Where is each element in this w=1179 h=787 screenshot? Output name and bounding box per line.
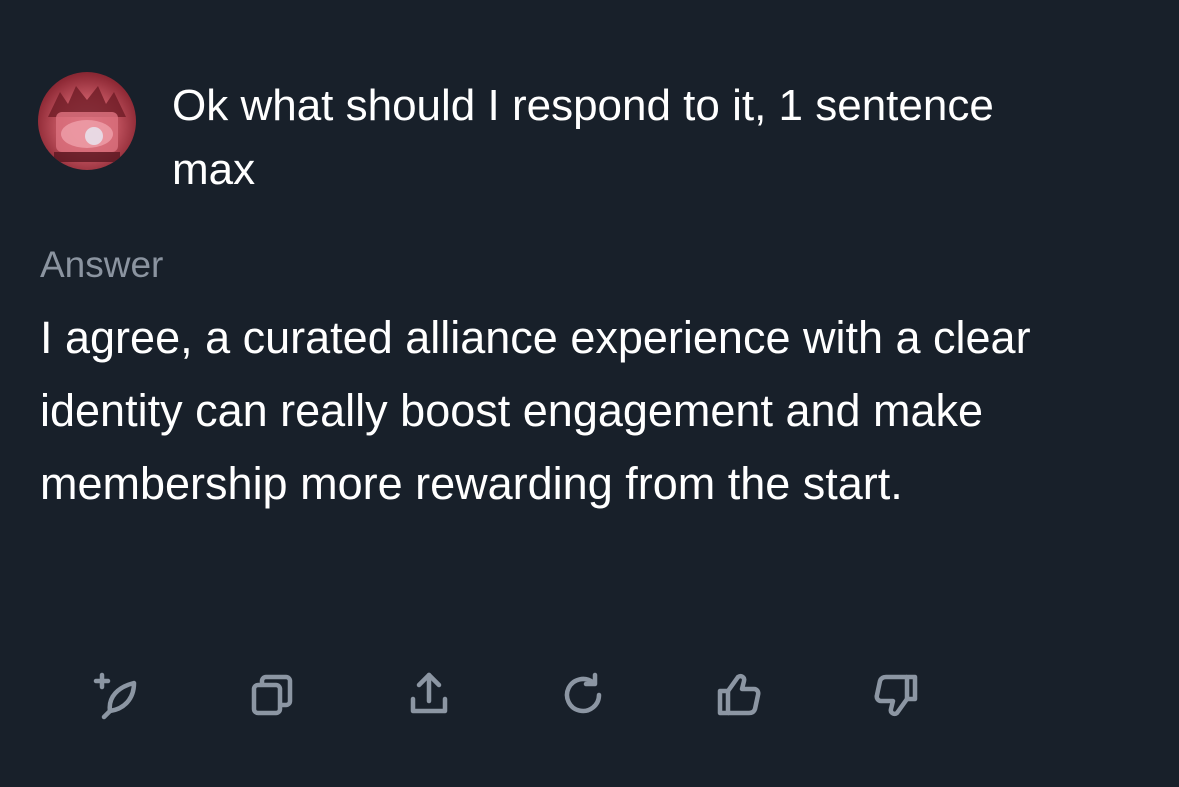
answer-text: I agree, a curated alliance experience w… bbox=[40, 312, 1031, 509]
avatar-image bbox=[48, 86, 126, 162]
new-thread-feather-icon bbox=[93, 672, 137, 720]
regenerate-icon bbox=[564, 672, 602, 714]
thumbs-down-button[interactable] bbox=[855, 655, 935, 735]
answer-label: Answer bbox=[40, 244, 164, 285]
regenerate-button[interactable] bbox=[543, 655, 623, 735]
thumbs-up-button[interactable] bbox=[700, 655, 780, 735]
thumbs-down-icon bbox=[874, 674, 918, 717]
share-button[interactable] bbox=[389, 655, 469, 735]
thumbs-up-icon bbox=[717, 673, 761, 716]
answer-action-toolbar bbox=[0, 655, 1179, 735]
share-icon bbox=[410, 672, 448, 714]
new-thread-button[interactable] bbox=[76, 655, 156, 735]
user-question: Ok what should I respond to it, 1 senten… bbox=[172, 81, 994, 194]
copy-button[interactable] bbox=[232, 655, 312, 735]
copy-icon bbox=[251, 674, 293, 716]
user-avatar[interactable] bbox=[38, 72, 136, 170]
